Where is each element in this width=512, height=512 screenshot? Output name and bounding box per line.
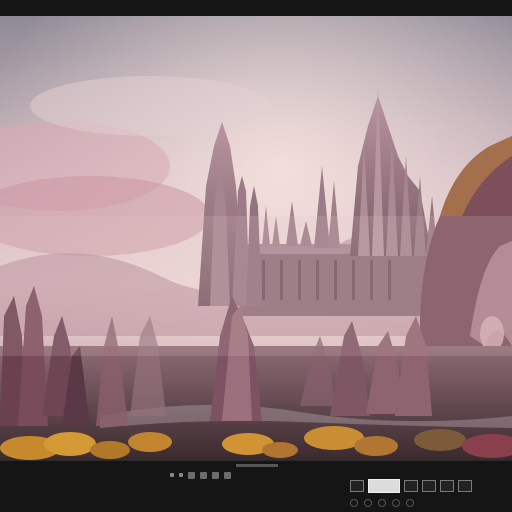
page-dot[interactable] <box>392 499 400 507</box>
bottom-toolbar <box>0 460 512 512</box>
thumbnail[interactable] <box>350 480 364 492</box>
settings-icon[interactable] <box>212 471 219 479</box>
page-dot[interactable] <box>378 499 386 507</box>
next-icon[interactable] <box>188 471 195 479</box>
atmospheric-haze <box>0 216 512 356</box>
landscape-image <box>0 16 512 460</box>
top-bar <box>0 0 512 17</box>
playback-controls <box>170 469 242 481</box>
image-viewer-window <box>0 0 512 512</box>
page-dot[interactable] <box>350 499 358 507</box>
thumbnail-strip <box>350 479 512 493</box>
thumbnail-selected[interactable] <box>368 479 400 493</box>
thumbnail[interactable] <box>404 480 418 492</box>
thumbnail[interactable] <box>440 480 454 492</box>
page-dots <box>350 499 414 507</box>
prev-icon[interactable] <box>170 473 174 477</box>
grid-icon[interactable] <box>200 471 207 479</box>
thumbnail[interactable] <box>422 480 436 492</box>
image-viewport[interactable] <box>0 16 512 460</box>
info-icon[interactable] <box>224 471 231 479</box>
page-dot[interactable] <box>364 499 372 507</box>
cloud <box>30 76 270 136</box>
status-text-placeholder <box>236 464 278 467</box>
image-caption <box>6 2 446 12</box>
play-icon[interactable] <box>179 473 183 477</box>
page-dot[interactable] <box>406 499 414 507</box>
thumbnail[interactable] <box>458 480 472 492</box>
